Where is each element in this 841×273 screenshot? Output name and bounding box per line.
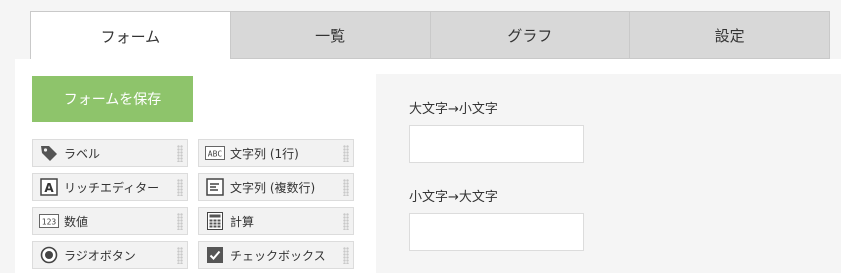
tab-settings[interactable]: 設定	[630, 11, 830, 59]
drag-handle-icon	[343, 179, 349, 196]
palette-item-number-text: 数値	[64, 214, 89, 229]
svg-text:ABC: ABC	[208, 150, 223, 159]
lower-to-upper-input[interactable]	[409, 213, 584, 251]
palette-item-checkbox-text: チェックボックス	[230, 248, 326, 263]
palette-item-multi-line-text[interactable]: 文字列 (複数行)	[198, 173, 354, 201]
calculator-icon	[204, 211, 226, 231]
tag-icon	[38, 143, 60, 163]
text-abc-icon: ABC	[204, 143, 226, 163]
form-editor-panel: フォームを保存 ラベル ABC 文字列 (1行) A リッチエディター 文字列 …	[15, 59, 841, 273]
drag-handle-icon	[343, 213, 349, 230]
palette-item-radio-button-text: ラジオボタン	[64, 248, 136, 263]
field-label-lower-to-upper: 小文字→大文字	[409, 190, 498, 205]
upper-to-lower-input[interactable]	[409, 125, 584, 163]
drag-handle-icon	[177, 247, 183, 264]
palette-item-rich-editor[interactable]: A リッチエディター	[32, 173, 188, 201]
palette-item-number[interactable]: 123 数値	[32, 207, 188, 235]
palette-item-label-text: ラベル	[64, 146, 101, 161]
tab-graph[interactable]: グラフ	[430, 11, 631, 59]
field-label-upper-to-lower: 大文字→小文字	[409, 102, 498, 117]
drag-handle-icon	[177, 145, 183, 162]
drag-handle-icon	[177, 179, 183, 196]
palette-item-label[interactable]: ラベル	[32, 139, 188, 167]
palette-item-checkbox[interactable]: チェックボックス	[198, 241, 354, 269]
drag-handle-icon	[343, 247, 349, 264]
palette-item-multi-line-text-text: 文字列 (複数行)	[230, 180, 316, 195]
palette-item-single-line-text-text: 文字列 (1行)	[230, 146, 299, 161]
form-preview-area: 大文字→小文字 小文字→大文字	[376, 74, 841, 273]
svg-text:A: A	[44, 181, 54, 195]
tab-form[interactable]: フォーム	[30, 11, 231, 60]
palette-item-single-line-text[interactable]: ABC 文字列 (1行)	[198, 139, 354, 167]
drag-handle-icon	[343, 145, 349, 162]
checkbox-icon	[204, 245, 226, 265]
rich-editor-icon: A	[38, 177, 60, 197]
drag-handle-icon	[177, 213, 183, 230]
radio-icon	[38, 245, 60, 265]
number-icon: 123	[38, 211, 60, 231]
multiline-text-icon	[204, 177, 226, 197]
palette-item-calculation[interactable]: 計算	[198, 207, 354, 235]
svg-text:123: 123	[42, 218, 57, 227]
tab-bar: フォーム 一覧 グラフ 設定	[30, 11, 830, 60]
palette-item-rich-editor-text: リッチエディター	[64, 180, 160, 195]
tab-list[interactable]: 一覧	[230, 11, 431, 59]
palette-item-calculation-text: 計算	[230, 214, 255, 229]
save-form-button[interactable]: フォームを保存	[32, 76, 193, 122]
palette-item-radio-button[interactable]: ラジオボタン	[32, 241, 188, 269]
